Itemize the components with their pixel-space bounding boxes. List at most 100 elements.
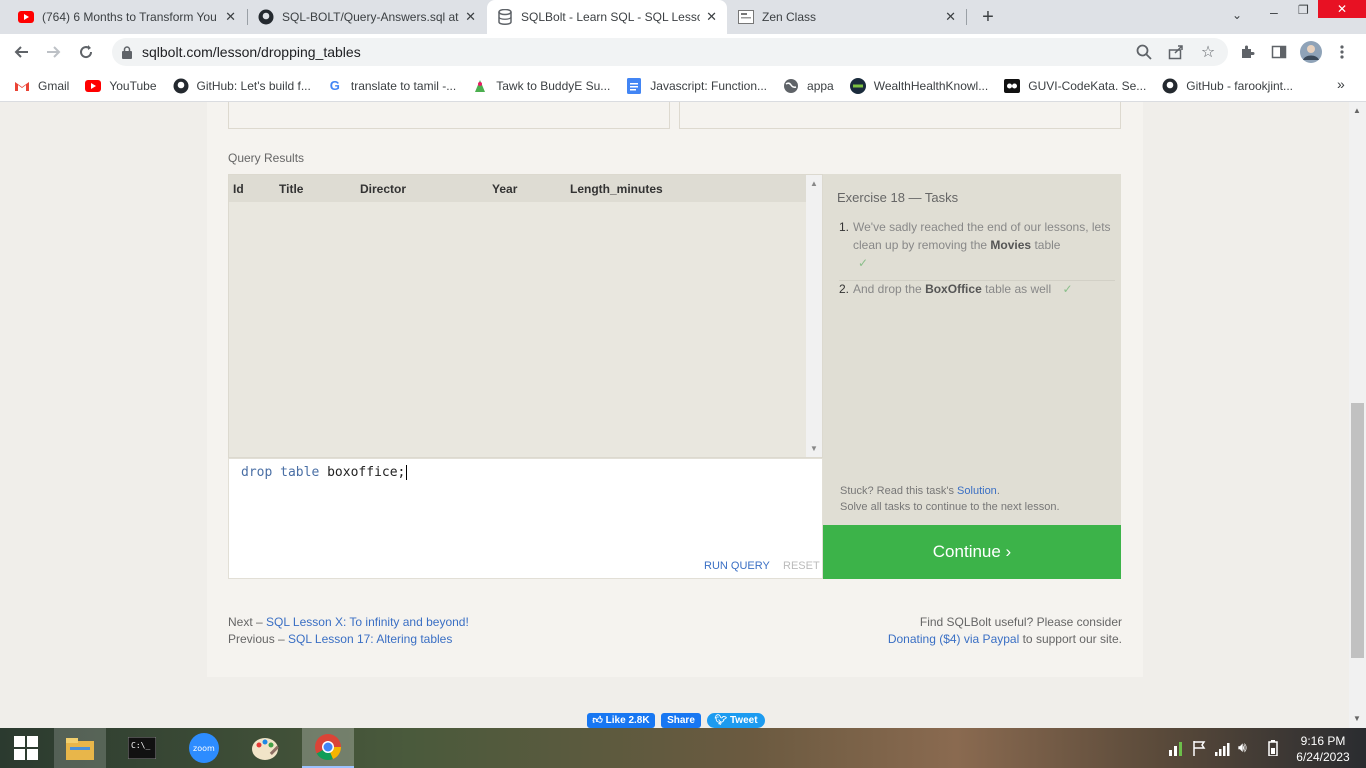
query-results-label: Query Results (228, 151, 305, 165)
lesson-navigation: Next – SQL Lesson X: To infinity and bey… (228, 614, 469, 648)
task-number: 1. (839, 220, 850, 234)
bookmark-youtube[interactable]: YouTube (85, 78, 157, 94)
table-preview-box (228, 102, 670, 129)
more-bookmarks-icon[interactable]: » (1337, 76, 1345, 92)
bookmark-github-build[interactable]: GitHub: Let's build f... (173, 78, 311, 94)
system-clock[interactable]: 9:16 PM 6/24/2023 (1290, 733, 1356, 765)
guvi-icon (1004, 78, 1021, 94)
nav-prefix: Previous – (228, 632, 289, 646)
tab-title: SQL-BOLT/Query-Answers.sql at (282, 10, 459, 24)
reset-button[interactable]: RESET (783, 560, 820, 572)
forward-icon[interactable] (43, 41, 65, 63)
zoom-icon[interactable]: zoom (178, 728, 230, 768)
extensions-icon[interactable] (1236, 41, 1258, 63)
paint-icon[interactable] (240, 728, 292, 768)
donate-note: Find SQLBolt useful? Please consider Don… (830, 614, 1122, 648)
flag-icon[interactable] (1192, 740, 1206, 761)
bookmark-star-icon[interactable]: ☆ (1197, 41, 1219, 63)
wealth-icon (849, 77, 866, 94)
column-header: Title (279, 182, 304, 196)
tab-youtube[interactable]: (764) 6 Months to Transform You ✕ (8, 0, 246, 34)
back-icon[interactable] (10, 41, 32, 63)
window-close-icon[interactable]: ✕ (1318, 0, 1366, 18)
bookmark-translate[interactable]: Gtranslate to tamil -... (327, 78, 456, 94)
table-preview-box (679, 102, 1121, 129)
file-explorer-icon[interactable] (54, 728, 106, 768)
gmail-icon (14, 78, 30, 94)
bookmark-appa[interactable]: appa (783, 78, 834, 94)
bookmark-tawk[interactable]: Tawk to BuddyE Su... (472, 78, 610, 94)
share-icon[interactable] (1165, 41, 1187, 63)
column-header: Length_minutes (570, 182, 663, 196)
column-header: Year (492, 182, 518, 196)
tweet-button[interactable]: 🐦︎ Tweet (707, 713, 765, 728)
facebook-share-button[interactable]: Share (661, 713, 701, 728)
run-query-button[interactable]: RUN QUERY (704, 560, 770, 572)
twitter-icon: 🐦︎ (714, 715, 728, 726)
check-icon: ✓ (858, 256, 869, 270)
signal-icon[interactable] (1214, 740, 1230, 761)
close-icon[interactable]: ✕ (945, 9, 956, 25)
close-icon[interactable]: ✕ (706, 9, 717, 25)
youtube-icon (85, 78, 102, 94)
bookmark-javascript[interactable]: Javascript: Function... (626, 77, 767, 94)
task-text: And drop the (853, 282, 926, 296)
bookmark-label: appa (807, 78, 834, 93)
bookmark-guvi[interactable]: GUVI-CodeKata. Se... (1004, 78, 1146, 94)
scroll-up-icon[interactable]: ▲ (1353, 106, 1361, 115)
bookmark-gmail[interactable]: Gmail (14, 78, 69, 94)
side-panel-icon[interactable] (1268, 41, 1290, 63)
new-tab-icon[interactable]: + (977, 6, 999, 28)
reload-icon[interactable] (75, 41, 97, 63)
facebook-like-button[interactable]: 👍︎ Like 2.8K (587, 713, 655, 728)
next-lesson-link[interactable]: SQL Lesson X: To infinity and beyond! (266, 615, 469, 629)
scroll-down-icon[interactable]: ▼ (810, 444, 818, 453)
zen-class-icon (738, 9, 754, 25)
volume-icon[interactable]: 🔊︎ (1238, 739, 1247, 756)
address-bar[interactable]: sqlbolt.com/lesson/dropping_tables (112, 38, 1228, 66)
scrollbar-thumb[interactable] (1351, 403, 1364, 658)
profile-avatar[interactable] (1300, 41, 1322, 63)
previous-lesson-link[interactable]: SQL Lesson 17: Altering tables (288, 632, 452, 646)
menu-icon[interactable] (1331, 41, 1353, 63)
bookmark-wealth[interactable]: WealthHealthKnowl... (849, 77, 988, 94)
bookmarks-bar: Gmail YouTube GitHub: Let's build f... G… (0, 70, 1366, 102)
scroll-up-icon[interactable]: ▲ (810, 179, 818, 188)
zoom-search-icon[interactable] (1133, 41, 1155, 63)
scroll-down-icon[interactable]: ▼ (1353, 714, 1361, 723)
bookmark-github-farook[interactable]: GitHub - farookjint... (1162, 78, 1293, 94)
github-icon (173, 78, 189, 94)
help-text: . (996, 485, 1000, 497)
close-icon[interactable]: ✕ (465, 9, 476, 25)
donate-link[interactable]: Donating ($4) via Paypal (888, 632, 1019, 646)
results-scrollbar[interactable]: ▲ ▼ (806, 175, 822, 457)
battery-icon[interactable] (1268, 740, 1278, 761)
bookmark-label: Tawk to BuddyE Su... (496, 78, 611, 93)
tab-title: SQLBolt - Learn SQL - SQL Lesson (521, 10, 701, 24)
tab-sqlbolt[interactable]: SQLBolt - Learn SQL - SQL Lesson ✕ (487, 0, 727, 34)
chrome-icon[interactable] (302, 728, 354, 768)
restore-icon[interactable]: ❐ (1298, 3, 1309, 17)
tab-title: (764) 6 Months to Transform You (42, 10, 217, 24)
tab-github[interactable]: SQL-BOLT/Query-Answers.sql at ✕ (248, 0, 486, 34)
bookmark-label: translate to tamil -... (350, 78, 457, 93)
task-text: We've sadly reached the end of our lesso… (853, 220, 1111, 252)
sql-keyword: drop table (241, 465, 320, 480)
solution-link[interactable]: Solution (957, 485, 997, 497)
tab-zen-class[interactable]: Zen Class ✕ (728, 0, 966, 34)
sql-editor[interactable]: drop table boxoffice; RUN QUERY RESET (228, 458, 823, 579)
help-text: Stuck? Read this task's (840, 485, 958, 497)
continue-button[interactable]: Continue › (823, 525, 1121, 579)
cmd-icon[interactable]: C:\_ (116, 728, 168, 768)
database-icon (497, 9, 513, 25)
start-icon[interactable] (0, 728, 52, 768)
tab-search-icon[interactable]: ⌄ (1232, 8, 1242, 22)
column-header: Director (360, 182, 407, 196)
tasks-title: Exercise 18 — Tasks (837, 190, 959, 205)
nav-prefix: Next – (228, 615, 267, 629)
close-icon[interactable]: ✕ (225, 9, 236, 25)
tweet-label: Tweet (729, 715, 758, 726)
minimize-icon[interactable]: – (1270, 4, 1278, 20)
globe-icon (783, 78, 799, 94)
network-status-icon[interactable] (1168, 740, 1184, 761)
